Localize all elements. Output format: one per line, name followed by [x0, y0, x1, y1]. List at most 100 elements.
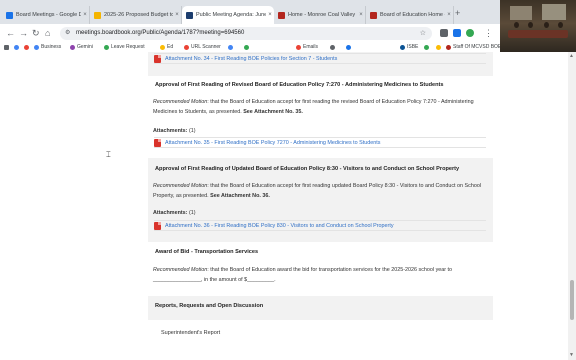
close-tab-icon[interactable]: × [173, 12, 181, 18]
gemini-icon [70, 44, 75, 50]
pdf-icon [154, 221, 161, 230]
attachments-count: (1) [188, 210, 196, 216]
bookmark-favicon [446, 44, 451, 50]
boardbook-icon [186, 11, 193, 19]
attachment-link[interactable]: Attachment No. 35 - First Reading BOE Po… [165, 140, 380, 146]
google-drive-icon [6, 11, 13, 19]
profile-avatar[interactable] [466, 29, 474, 37]
section-title: Reports, Requests and Open Discussion [155, 303, 264, 309]
bookmark-favicon-only[interactable] [346, 42, 353, 52]
attachments-label: Attachments: (1) [153, 128, 196, 134]
attachment-row[interactable]: Attachment No. 35 - First Reading BOE Po… [154, 137, 486, 148]
reload-icon[interactable]: ↻ [32, 27, 40, 39]
attachment-link[interactable]: Attachment No. 36 - First Reading BOE Po… [165, 223, 394, 229]
scroll-down-icon[interactable]: ▼ [569, 352, 574, 358]
agenda-item-title: Award of Bid - Transportation Services [155, 249, 259, 255]
bookmark-favicon [104, 44, 109, 50]
bookmark-business[interactable]: Business [34, 42, 61, 52]
back-icon[interactable]: ← [6, 27, 15, 39]
bookmark-favicon [436, 44, 441, 50]
bookmark-favicon [424, 44, 429, 50]
attachments-count: (1) [188, 128, 196, 134]
bookmark-favicon-only[interactable] [330, 42, 337, 52]
person-silhouette [558, 22, 563, 28]
apps-grid-icon [4, 44, 9, 50]
person-silhouette [528, 22, 533, 28]
school-icon [370, 11, 377, 19]
school-icon [278, 11, 285, 19]
close-tab-icon[interactable]: × [357, 12, 365, 18]
bookmark-leave-request[interactable]: Leave Request [104, 42, 145, 52]
tab-public-meeting-agenda[interactable]: Public Meeting Agenda: June 1... × [182, 6, 274, 24]
person-silhouette [544, 22, 549, 28]
extension-icon[interactable] [453, 29, 461, 37]
site-info-icon[interactable]: ⚙ [65, 27, 70, 40]
bookmark-emails[interactable]: Emails [296, 42, 318, 52]
menu-icon[interactable]: ⋮ [484, 27, 493, 39]
tab-home-monroe-coal-valley[interactable]: Home - Monroe Coal Valley Sch... × [274, 6, 366, 24]
cloud-icon [296, 44, 301, 50]
tab-title: Board Meetings - Google Drive [16, 12, 81, 18]
bookmark-favicon [330, 44, 335, 50]
forward-icon[interactable]: → [19, 27, 28, 39]
bookmark-label: Emails [303, 44, 319, 50]
bookmark-url-scanner[interactable]: URL Scanner [184, 42, 221, 52]
slides-icon [94, 11, 101, 19]
motion-label: Recommended Motion [153, 99, 208, 105]
bookmark-gemini[interactable]: Gemini [70, 42, 93, 52]
motion-see-attachment: See Attachment No. 36. [210, 192, 270, 199]
tab-board-of-education-home[interactable]: Board of Education Home - Mo... × [366, 6, 454, 24]
address-bar[interactable]: ⚙ meetings.boardbook.org/Public/Agenda/1… [60, 27, 432, 40]
bookmark-staff-boe[interactable]: Staff Of MCVSD BOE [446, 42, 501, 52]
close-tab-icon[interactable]: × [81, 12, 89, 18]
bookmark-label: Ed [167, 44, 174, 50]
bookmark-isbe[interactable]: ISBE [400, 42, 418, 52]
tab-proposed-budget[interactable]: 2025-26 Proposed Budget to... × [90, 6, 182, 24]
bookmark-gmail[interactable] [24, 42, 31, 52]
attachments-heading: Attachments: [153, 210, 188, 216]
attachment-link[interactable]: Attachment No. 34 - First Reading BOE Po… [165, 56, 337, 62]
scroll-up-icon[interactable]: ▲ [569, 53, 574, 59]
bookmark-favicon-only[interactable] [228, 42, 235, 52]
bookmark-favicon-only[interactable] [436, 42, 443, 52]
extension-icon[interactable] [440, 29, 448, 37]
bookmark-favicon-only[interactable] [244, 42, 251, 52]
close-tab-icon[interactable]: × [445, 12, 453, 18]
tab-title: Home - Monroe Coal Valley Sch... [288, 12, 357, 18]
bookmark-favicon [346, 44, 351, 50]
agenda-sub-item: Superintendent's Report [161, 330, 221, 336]
recommended-motion: Recommended Motion: that the Board of Ed… [153, 182, 489, 201]
bookmark-label: URL Scanner [191, 44, 221, 50]
sheets-icon [244, 44, 249, 50]
gmail-icon [24, 44, 29, 50]
new-tab-button[interactable]: + [455, 9, 460, 18]
bookmark-favicon [400, 44, 405, 50]
url-text: meetings.boardbook.org/Public/Agenda/178… [76, 30, 245, 36]
bookmark-label: Gemini [77, 44, 93, 50]
motion-label: Recommended Motion [153, 267, 208, 273]
motion-see-attachment: See Attachment No. 35. [243, 108, 303, 115]
bookmark-apps[interactable] [4, 42, 11, 52]
bookmark-label: ISBE [407, 44, 419, 50]
tab-strip: Board Meetings - Google Drive × 2025-26 … [0, 0, 500, 24]
scrollbar-thumb[interactable] [570, 280, 574, 320]
recommended-motion: Recommended Motion: that the Board of Ed… [153, 98, 489, 117]
tab-title: Public Meeting Agenda: June 1... [196, 12, 266, 18]
bookmark-favicon-only[interactable] [424, 42, 431, 52]
attachment-row[interactable]: Attachment No. 34 - First Reading BOE Po… [154, 53, 486, 64]
home-icon[interactable]: ⌂ [45, 27, 50, 39]
attachment-row[interactable]: Attachment No. 36 - First Reading BOE Po… [154, 220, 486, 231]
mouse-cursor-icon: ⌶ [106, 150, 111, 159]
google-drive-icon [228, 44, 233, 50]
bookmark-ed[interactable]: Ed [160, 42, 173, 52]
bookmark-google[interactable] [14, 42, 21, 52]
google-icon [14, 44, 19, 50]
window-shape [542, 4, 566, 20]
person-silhouette [514, 22, 519, 28]
window-shape [510, 6, 532, 20]
pdf-icon [154, 54, 161, 63]
recommended-motion: Recommended Motion: that the Board of Ed… [153, 266, 489, 285]
tab-board-meetings-drive[interactable]: Board Meetings - Google Drive × [2, 6, 90, 24]
close-tab-icon[interactable]: × [266, 12, 274, 18]
bookmark-star-icon[interactable]: ☆ [420, 27, 426, 40]
